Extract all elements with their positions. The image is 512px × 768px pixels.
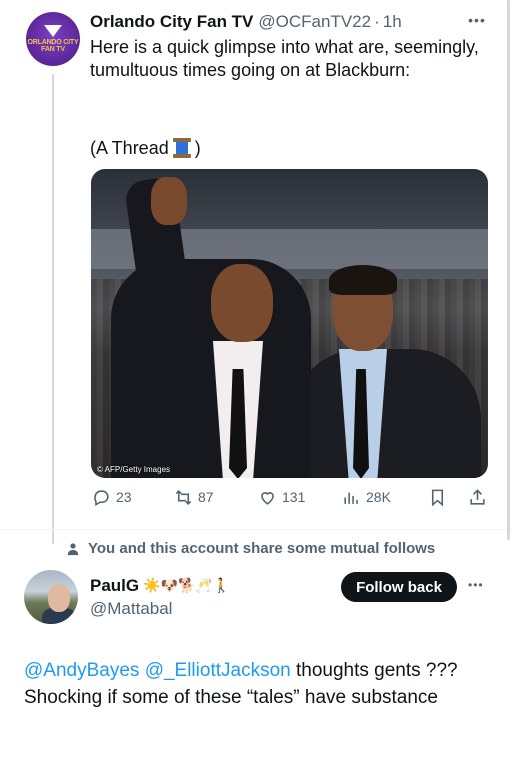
repost-button[interactable]: 87 bbox=[174, 488, 214, 507]
time-separator: · bbox=[374, 12, 380, 31]
thread-line bbox=[52, 74, 54, 544]
reply-icon bbox=[94, 489, 109, 506]
logo-shield-icon bbox=[44, 25, 62, 37]
reply-author: PaulG ☀️🐶🐕🥂🚶 @Mattabal Follow back ••• bbox=[0, 566, 512, 636]
image-credit: © AFP/Getty Images bbox=[97, 465, 171, 474]
author-handle[interactable]: @OCFanTV22 bbox=[258, 12, 371, 32]
repost-count: 87 bbox=[198, 489, 214, 505]
heart-icon bbox=[261, 491, 274, 505]
author-avatar[interactable]: ORLANDO CITY FAN TV bbox=[26, 12, 80, 66]
avatar-logo-text: ORLANDO CITY FAN TV bbox=[27, 39, 79, 53]
tweet-header: Orlando City Fan TV @OCFanTV22 · 1h bbox=[90, 12, 402, 34]
thread-suffix: ) bbox=[194, 138, 201, 158]
tweet-photo[interactable]: © AFP/Getty Images bbox=[91, 169, 488, 478]
reply-author-emojis: ☀️🐶🐕🥂🚶 bbox=[143, 578, 231, 594]
share-button[interactable] bbox=[468, 488, 492, 507]
like-count: 131 bbox=[282, 489, 306, 505]
views-chart-icon bbox=[344, 492, 358, 504]
views-button[interactable]: 28K bbox=[342, 488, 391, 507]
mention-link[interactable]: @_ElliottJackson bbox=[145, 660, 291, 681]
reply-author-avatar[interactable] bbox=[24, 570, 78, 624]
tweet[interactable]: ORLANDO CITY FAN TV Orlando City Fan TV … bbox=[0, 0, 512, 560]
scrollbar[interactable] bbox=[507, 0, 510, 540]
reply-text: @AndyBayes @_ElliottJackson thoughts gen… bbox=[24, 657, 494, 711]
person-icon bbox=[67, 542, 79, 555]
tweet-actions: 23 87 131 28K bbox=[90, 486, 490, 508]
mention-link[interactable]: @AndyBayes bbox=[24, 660, 139, 681]
reply-count: 23 bbox=[116, 489, 132, 505]
more-options-icon[interactable]: ••• bbox=[466, 12, 488, 28]
tweet-time[interactable]: 1h bbox=[383, 12, 402, 32]
mutual-follows-text: You and this account share some mutual f… bbox=[88, 540, 436, 557]
divider bbox=[0, 529, 512, 530]
reply-author-handle[interactable]: @Mattabal bbox=[90, 599, 172, 619]
spool-of-thread-icon bbox=[172, 138, 191, 158]
reply-author-name: PaulG bbox=[90, 576, 140, 595]
tweet-text: Here is a quick glimpse into what are, s… bbox=[90, 37, 479, 80]
author-name[interactable]: Orlando City Fan TV bbox=[90, 12, 253, 32]
bookmark-button[interactable] bbox=[428, 488, 452, 507]
like-button[interactable]: 131 bbox=[258, 488, 305, 507]
reply-author-name-row[interactable]: PaulG ☀️🐶🐕🥂🚶 bbox=[90, 576, 230, 596]
mutual-follows-notice: You and this account share some mutual f… bbox=[66, 540, 435, 557]
bookmark-icon bbox=[431, 489, 444, 506]
follow-back-button[interactable]: Follow back bbox=[341, 572, 457, 602]
thread-prefix: (A Thread bbox=[90, 138, 169, 158]
share-icon bbox=[470, 488, 485, 505]
more-options-icon[interactable]: ••• bbox=[468, 578, 484, 592]
repost-icon bbox=[175, 489, 192, 505]
thread-label: (A Thread ) bbox=[90, 137, 201, 159]
reply-button[interactable]: 23 bbox=[92, 488, 132, 507]
view-count: 28K bbox=[366, 489, 391, 505]
